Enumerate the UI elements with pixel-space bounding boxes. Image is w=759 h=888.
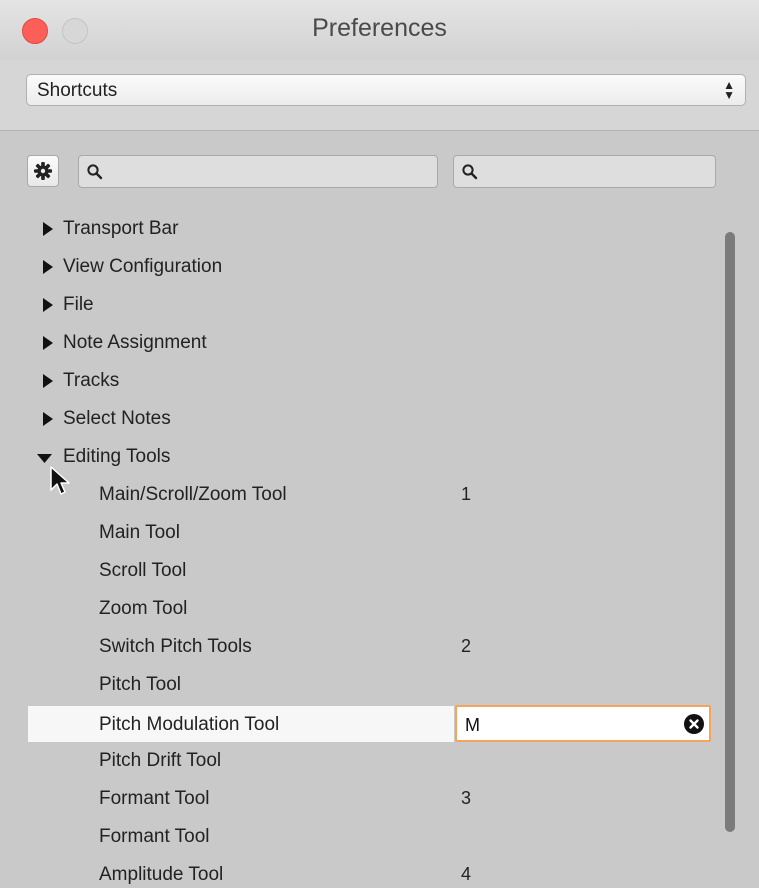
shortcut-row[interactable]: Main/Scroll/Zoom Tool 1 [0,476,720,514]
category-select-value: Shortcuts [37,80,118,101]
clear-shortcut-button[interactable] [684,714,704,734]
disclosure-down-icon[interactable] [37,453,52,463]
category-row-note-assignment[interactable]: Note Assignment [0,324,720,362]
shortcut-row[interactable]: Formant Tool 3 [0,780,720,818]
category-row-view-configuration[interactable]: View Configuration [0,248,720,286]
window-title: Preferences [312,14,447,42]
command-label: Pitch Drift Tool [99,750,222,771]
command-label: Main/Scroll/Zoom Tool [99,484,287,505]
category-label: View Configuration [63,256,223,277]
shortcut-row[interactable]: Main Tool [0,514,720,552]
shortcut-row[interactable]: Zoom Tool [0,590,720,628]
search-icon [462,164,478,180]
category-row-file[interactable]: File [0,286,720,324]
disclosure-right-icon[interactable] [42,336,54,350]
settings-gear-button[interactable] [27,155,59,187]
shortcut-row[interactable]: Scroll Tool [0,552,720,590]
command-label: Scroll Tool [99,560,187,581]
command-label: Amplitude Tool [99,864,224,885]
search-icon [87,164,103,180]
category-row-select-notes[interactable]: Select Notes [0,400,720,438]
vertical-scrollbar[interactable] [722,232,738,832]
category-row-tracks[interactable]: Tracks [0,362,720,400]
category-label: Transport Bar [63,218,179,239]
gear-icon [34,162,52,180]
category-label: Select Notes [63,408,171,429]
shortcut-row[interactable]: Pitch Tool [0,666,720,704]
command-search-input[interactable] [107,160,433,184]
command-label: Zoom Tool [99,598,188,619]
disclosure-right-icon[interactable] [42,412,54,426]
category-row-transport-bar[interactable]: Transport Bar [0,210,720,248]
shortcut-search-field[interactable] [453,155,716,188]
command-search-field[interactable] [78,155,438,188]
shortcut-row[interactable]: Formant Tool [0,818,720,856]
disclosure-right-icon[interactable] [42,222,54,236]
shortcut-value[interactable]: 1 [461,484,471,505]
command-label: Pitch Modulation Tool [99,714,280,735]
shortcut-row[interactable]: Amplitude Tool 4 [0,856,720,888]
title-bar[interactable]: Preferences [0,0,759,60]
category-label: Tracks [63,370,120,391]
command-label: Formant Tool [99,788,210,809]
command-label: Formant Tool [99,826,210,847]
shortcut-edit-input[interactable] [463,713,677,737]
category-select[interactable]: Shortcuts ▲ ▼ [26,74,746,106]
disclosure-right-icon[interactable] [42,260,54,274]
clear-x-icon [689,719,699,729]
command-label: Pitch Tool [99,674,182,695]
mouse-pointer-icon [50,466,70,495]
toolbar-area: Shortcuts ▲ ▼ [0,60,759,131]
disclosure-right-icon[interactable] [42,298,54,312]
up-down-arrows-icon: ▲ ▼ [723,78,735,102]
category-label: Editing Tools [63,446,171,467]
shortcut-search-input[interactable] [482,160,711,184]
command-label: Switch Pitch Tools [99,636,252,657]
shortcut-value[interactable]: 2 [461,636,471,657]
disclosure-right-icon[interactable] [42,374,54,388]
scroll-thumb[interactable] [725,232,735,832]
shortcut-row[interactable]: Switch Pitch Tools 2 [0,628,720,666]
shortcut-value[interactable]: 4 [461,864,471,885]
command-label: Main Tool [99,522,180,543]
category-label: Note Assignment [63,332,207,353]
shortcut-row[interactable]: Pitch Drift Tool [0,742,720,780]
shortcut-row-selected[interactable]: Pitch Modulation Tool [0,705,720,744]
preferences-window: Preferences Shortcuts ▲ ▼ Transport Bar … [0,0,759,888]
category-row-editing-tools[interactable]: Editing Tools [0,438,720,476]
category-label: File [63,294,94,315]
shortcut-edit-field[interactable] [455,705,711,742]
shortcut-value[interactable]: 3 [461,788,471,809]
